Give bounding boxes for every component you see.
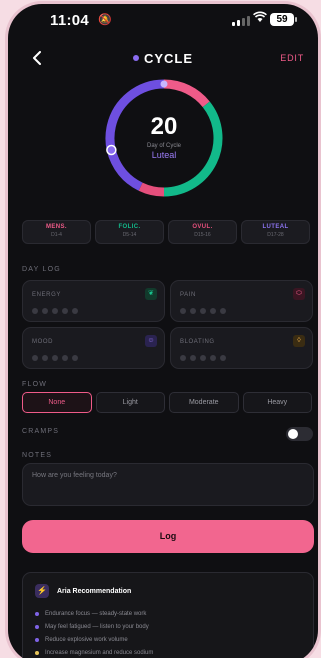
page-title-text: CYCLE [143, 51, 194, 66]
ring-segment-menstrual [163, 79, 210, 108]
ring-segment-ovulation [138, 182, 165, 197]
phase-range: D15-16 [194, 232, 211, 238]
status-bar: 11:04 🔕 59 [8, 4, 318, 38]
list-item-text: Increase magnesium and reduce sodium [45, 649, 154, 656]
notes-input[interactable]: How are you feeling today? [22, 463, 314, 506]
status-time: 11:04 [50, 12, 90, 29]
phase-chip-luteal[interactable]: LUTEAL D17-28 [241, 220, 310, 244]
mood-rating[interactable] [32, 355, 78, 361]
list-item: Reduce explosive work volume [35, 633, 153, 646]
mood-card[interactable]: MOOD ☺ [22, 327, 165, 369]
cycle-phase-label: Luteal [151, 150, 177, 160]
cycle-day-label: Day of Cycle [146, 143, 181, 149]
phase-range: D5-14 [122, 232, 137, 238]
pain-card[interactable]: PAIN ⬭ [170, 280, 313, 322]
bullet-icon [35, 650, 39, 655]
cramps-label: CRAMPS [22, 428, 60, 435]
bloating-card[interactable]: BLOATING ◊ [170, 327, 313, 369]
bolt-icon: ⚡ [35, 584, 49, 598]
card-label: PAIN [180, 292, 196, 298]
page-title: CYCLE [8, 51, 318, 66]
flow-label: FLOW [22, 381, 48, 388]
flow-option-none[interactable]: None [22, 392, 92, 413]
list-item-text: Endurance focus — steady-state work [45, 610, 147, 617]
bullet-icon [35, 624, 39, 629]
flow-selector: None Light Moderate Heavy [22, 392, 312, 413]
bullet-icon [35, 637, 39, 642]
day-log-label: DAY LOG [22, 266, 61, 273]
list-item-text: May feel fatigued — listen to your body [45, 623, 149, 630]
energy-card[interactable]: ENERGY ❦ [22, 280, 165, 322]
smile-icon: ☺ [145, 335, 157, 347]
phase-range: D1-4 [51, 232, 62, 238]
cycle-start-marker [160, 80, 168, 88]
battery-icon: 59 [270, 13, 297, 26]
cycle-day-number: 20 [150, 113, 178, 140]
recommendation-title: Aria Recommendation [57, 587, 132, 595]
pain-rating[interactable] [180, 308, 226, 314]
card-label: ENERGY [32, 292, 61, 298]
list-item-text: Reduce explosive work volume [45, 636, 128, 643]
list-item: May feel fatigued — listen to your body [35, 620, 153, 633]
phase-name: FOLIC. [118, 224, 141, 230]
phone-screen: 11:04 🔕 59 CYCLE EDIT 20 Day of Cycle Lu… [8, 4, 318, 658]
recommendation-card: ⚡ Aria Recommendation Endurance focus — … [22, 572, 314, 658]
nav-bar: CYCLE EDIT [8, 48, 318, 72]
phase-chip-follicular[interactable]: FOLIC. D5-14 [95, 220, 164, 244]
phase-name: LUTEAL [262, 224, 289, 230]
edit-button[interactable]: EDIT [280, 53, 304, 63]
cycle-center: 20 Day of Cycle Luteal [104, 113, 224, 161]
leaf-icon: ❦ [145, 288, 157, 300]
list-item: Increase magnesium and reduce sodium [35, 646, 153, 658]
notes-label: NOTES [22, 452, 53, 459]
flow-option-moderate[interactable]: Moderate [169, 392, 239, 413]
phase-chip-menstrual[interactable]: MENS. D1-4 [22, 220, 91, 244]
phase-name: MENS. [45, 224, 67, 230]
pill-icon: ⬭ [293, 288, 305, 300]
list-item: Endurance focus — steady-state work [35, 607, 153, 620]
recommendation-list: Endurance focus — steady-state work May … [35, 607, 153, 658]
card-label: BLOATING [180, 339, 215, 345]
phase-chip-ovulation[interactable]: OVUL. D15-16 [168, 220, 237, 244]
bullet-icon [35, 611, 39, 616]
cycle-dot-icon [132, 55, 139, 61]
flow-option-light[interactable]: Light [95, 392, 165, 413]
bell-slash-icon: 🔕 [98, 14, 112, 26]
wifi-icon [253, 10, 267, 26]
signal-icon [232, 16, 250, 26]
phase-name: OVUL. [192, 224, 213, 230]
drop-icon: ◊ [293, 335, 305, 347]
recommendation-header: ⚡ Aria Recommendation [35, 584, 131, 598]
card-label: MOOD [32, 339, 54, 345]
phase-range: D17-28 [267, 232, 284, 238]
flow-option-heavy[interactable]: Heavy [242, 392, 312, 413]
phase-legend: MENS. D1-4 FOLIC. D5-14 OVUL. D15-16 LUT… [22, 220, 310, 244]
toggle-knob [288, 429, 298, 439]
bloating-rating[interactable] [180, 355, 226, 361]
log-button[interactable]: Log [22, 520, 314, 553]
cramps-toggle[interactable] [286, 427, 313, 441]
energy-rating[interactable] [32, 308, 78, 314]
